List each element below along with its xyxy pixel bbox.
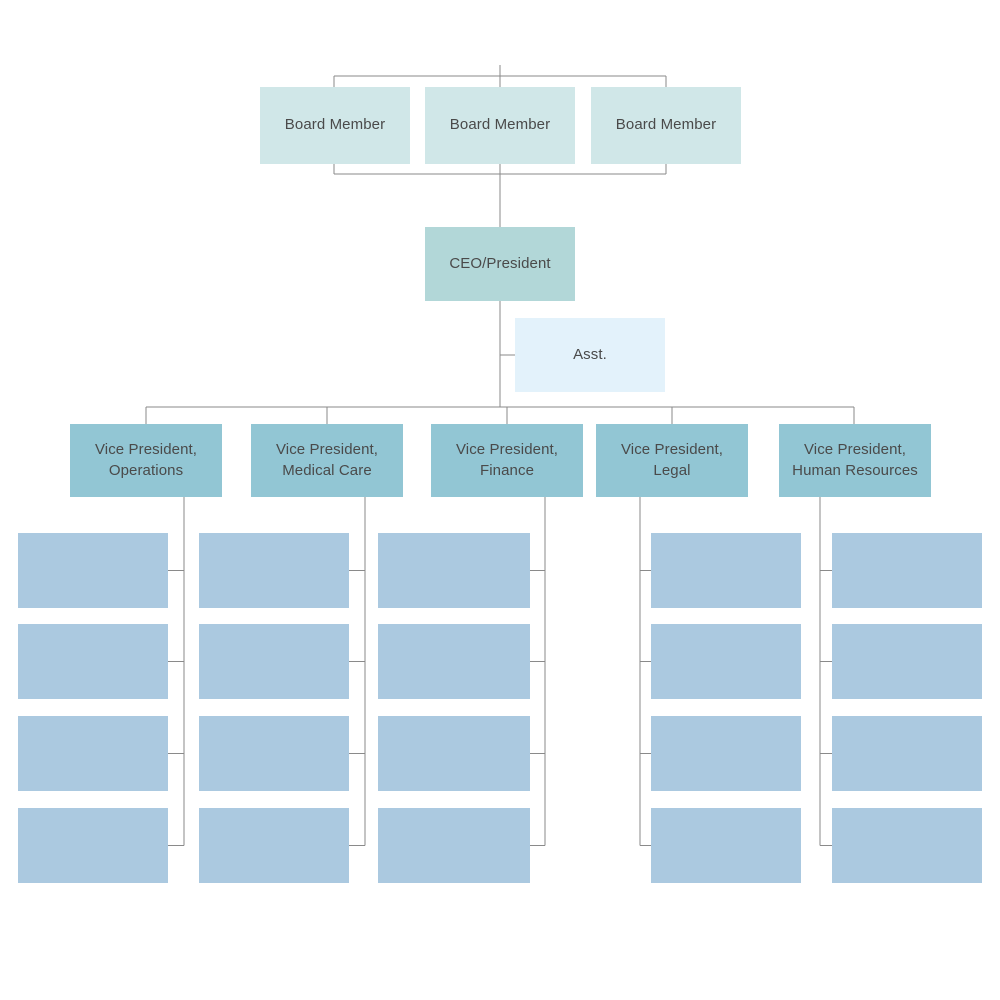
board-member-1[interactable]: Board Member: [260, 87, 410, 164]
staff-col-operations-row-1[interactable]: [18, 533, 168, 608]
staff-col-legal-row-1[interactable]: [651, 533, 801, 608]
staff-col-medical-care-row-2[interactable]: [199, 624, 349, 699]
staff-col-legal-row-2[interactable]: [651, 624, 801, 699]
staff-col-legal-row-4[interactable]: [651, 808, 801, 883]
staff-col-legal-row-3[interactable]: [651, 716, 801, 791]
staff-col-operations-row-4[interactable]: [18, 808, 168, 883]
vp-finance-node-label: Vice President, Finance: [455, 441, 559, 479]
staff-col-finance-row-3[interactable]: [378, 716, 530, 791]
vp-medical-care-node-label: Vice President, Medical Care: [275, 441, 379, 479]
assistant-node[interactable]: Asst.: [515, 318, 665, 392]
vp-medical-care-node[interactable]: Vice President, Medical Care: [251, 424, 403, 497]
ceo-node-label: CEO/President: [449, 254, 551, 272]
staff-col-human-resources-row-4[interactable]: [832, 808, 982, 883]
staff-col-human-resources-row-2[interactable]: [832, 624, 982, 699]
vp-legal-node[interactable]: Vice President, Legal: [596, 424, 748, 497]
vp-operations-node-label: Vice President, Operations: [94, 441, 198, 479]
board-member-2-label: Board Member: [449, 116, 551, 134]
vp-legal-node-label: Vice President, Legal: [620, 441, 724, 479]
staff-col-finance-row-2[interactable]: [378, 624, 530, 699]
staff-col-medical-care-row-1[interactable]: [199, 533, 349, 608]
board-member-3-label: Board Member: [615, 116, 717, 134]
staff-col-operations-row-3[interactable]: [18, 716, 168, 791]
staff-col-medical-care-row-3[interactable]: [199, 716, 349, 791]
staff-col-finance-row-4[interactable]: [378, 808, 530, 883]
vp-human-resources-node-label: Vice President, Human Resources: [792, 441, 918, 479]
staff-col-medical-care-row-4[interactable]: [199, 808, 349, 883]
org-chart: Board Member Board Member Board Member CEO/…: [0, 0, 1000, 1000]
vp-finance-node[interactable]: Vice President, Finance: [431, 424, 583, 497]
staff-col-human-resources-row-3[interactable]: [832, 716, 982, 791]
assistant-node-label: Asst.: [573, 345, 607, 363]
board-member-2[interactable]: Board Member: [425, 87, 575, 164]
board-member-3[interactable]: Board Member: [591, 87, 741, 164]
vp-human-resources-node[interactable]: Vice President, Human Resources: [779, 424, 931, 497]
ceo-node[interactable]: CEO/President: [425, 227, 575, 301]
staff-col-finance-row-1[interactable]: [378, 533, 530, 608]
board-member-1-label: Board Member: [284, 116, 386, 134]
vp-operations-node[interactable]: Vice President, Operations: [70, 424, 222, 497]
staff-col-operations-row-2[interactable]: [18, 624, 168, 699]
staff-col-human-resources-row-1[interactable]: [832, 533, 982, 608]
